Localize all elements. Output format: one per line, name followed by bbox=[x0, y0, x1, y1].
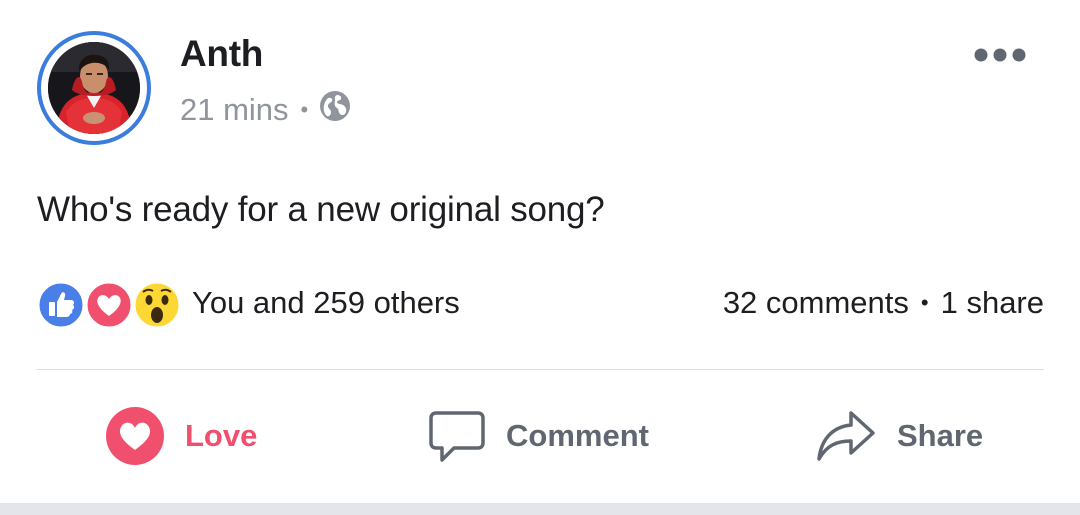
counts-separator: • bbox=[920, 290, 929, 315]
comment-label: Comment bbox=[506, 418, 649, 453]
author-name[interactable]: Anth bbox=[180, 33, 263, 75]
divider bbox=[37, 369, 1044, 370]
love-icon bbox=[84, 280, 134, 330]
share-arrow-icon bbox=[815, 407, 877, 465]
more-options-button[interactable] bbox=[970, 38, 1030, 72]
heart-icon bbox=[105, 406, 165, 466]
meta-separator: • bbox=[300, 97, 309, 122]
love-label: Love bbox=[185, 418, 258, 453]
shares-count[interactable]: 1 share bbox=[941, 285, 1044, 321]
comments-count[interactable]: 32 comments bbox=[723, 285, 909, 321]
action-bar: Love Comment Share bbox=[0, 400, 1080, 472]
love-button[interactable]: Love bbox=[105, 400, 257, 472]
feed-separator bbox=[0, 503, 1080, 515]
more-options-icon bbox=[974, 48, 1026, 62]
comment-button[interactable]: Comment bbox=[428, 400, 649, 472]
avatar-photo bbox=[48, 42, 140, 134]
avatar[interactable] bbox=[48, 42, 140, 134]
post-meta: 21 mins • bbox=[180, 90, 352, 130]
post-time[interactable]: 21 mins bbox=[180, 92, 289, 128]
comment-icon bbox=[428, 407, 486, 465]
reactions-row: You and 259 others 32 comments • 1 share bbox=[36, 278, 1044, 332]
reaction-icons[interactable] bbox=[36, 280, 186, 330]
engagement-counts: 32 comments • 1 share bbox=[723, 285, 1044, 321]
wow-icon bbox=[132, 280, 182, 330]
post-card: Anth 21 mins • Who's ready for a new ori… bbox=[0, 0, 1080, 503]
share-label: Share bbox=[897, 418, 984, 453]
reaction-summary[interactable]: You and 259 others bbox=[192, 285, 460, 321]
like-icon bbox=[36, 280, 86, 330]
share-button[interactable]: Share bbox=[815, 400, 983, 472]
globe-icon[interactable] bbox=[318, 89, 352, 131]
post-text: Who's ready for a new original song? bbox=[37, 190, 605, 229]
avatar-ring[interactable] bbox=[37, 31, 151, 145]
